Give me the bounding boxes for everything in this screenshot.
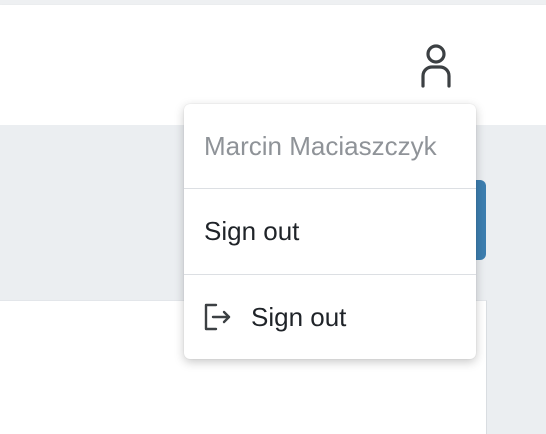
sign-out-label: Sign out [204, 216, 300, 246]
sign-out-with-icon-menu-item[interactable]: Sign out [184, 275, 476, 359]
sign-out-label: Sign out [251, 301, 347, 332]
app-window: Marcin Maciaszczyk Sign out Sign out [0, 0, 546, 434]
sign-out-menu-item[interactable]: Sign out [184, 189, 476, 274]
user-name-label: Marcin Maciaszczyk [204, 130, 437, 161]
user-menu-button[interactable] [414, 43, 458, 93]
user-dropdown-menu: Marcin Maciaszczyk Sign out Sign out [184, 104, 476, 359]
user-icon [418, 43, 454, 94]
sign-out-icon [204, 303, 232, 331]
